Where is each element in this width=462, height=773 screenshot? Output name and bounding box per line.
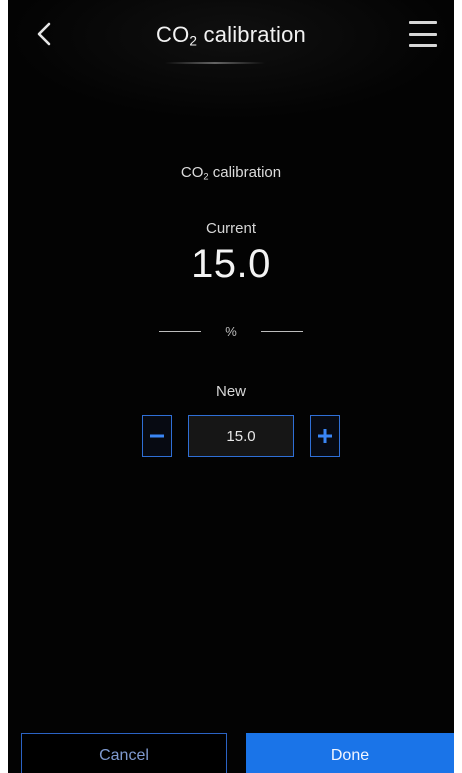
section-title-prefix: CO xyxy=(180,164,204,181)
hamburger-menu-icon-bar-bottom xyxy=(409,44,437,47)
menu-button[interactable] xyxy=(406,18,440,50)
app-screen: CO2 calibration CO2 calibration Current … xyxy=(8,0,454,773)
page-title-suffix: calibration xyxy=(197,22,306,47)
unit-row: % xyxy=(8,320,454,342)
hamburger-menu-icon-bar-middle xyxy=(409,32,437,36)
minus-icon xyxy=(150,434,164,438)
unit-divider-left xyxy=(159,330,202,332)
cancel-button[interactable]: Cancel xyxy=(21,733,227,773)
title-underline xyxy=(165,62,265,64)
new-value-input[interactable] xyxy=(188,415,294,457)
decrement-button[interactable] xyxy=(142,415,172,457)
unit-label: % xyxy=(225,323,237,339)
section-title-suffix: calibration xyxy=(208,164,282,181)
increment-button[interactable] xyxy=(310,415,340,457)
new-value-stepper xyxy=(142,415,340,457)
current-label: Current xyxy=(205,220,257,237)
current-value: 15.0 xyxy=(191,242,271,286)
done-button[interactable]: Done xyxy=(246,733,454,773)
page-title: CO2 calibration xyxy=(8,22,454,48)
plus-icon xyxy=(318,429,332,443)
new-value-label: New xyxy=(215,383,246,400)
hamburger-menu-icon-bar-top xyxy=(409,21,437,24)
page-title-prefix: CO xyxy=(156,22,190,47)
unit-divider-right xyxy=(260,330,303,332)
section-title: CO2 calibration xyxy=(8,164,454,181)
